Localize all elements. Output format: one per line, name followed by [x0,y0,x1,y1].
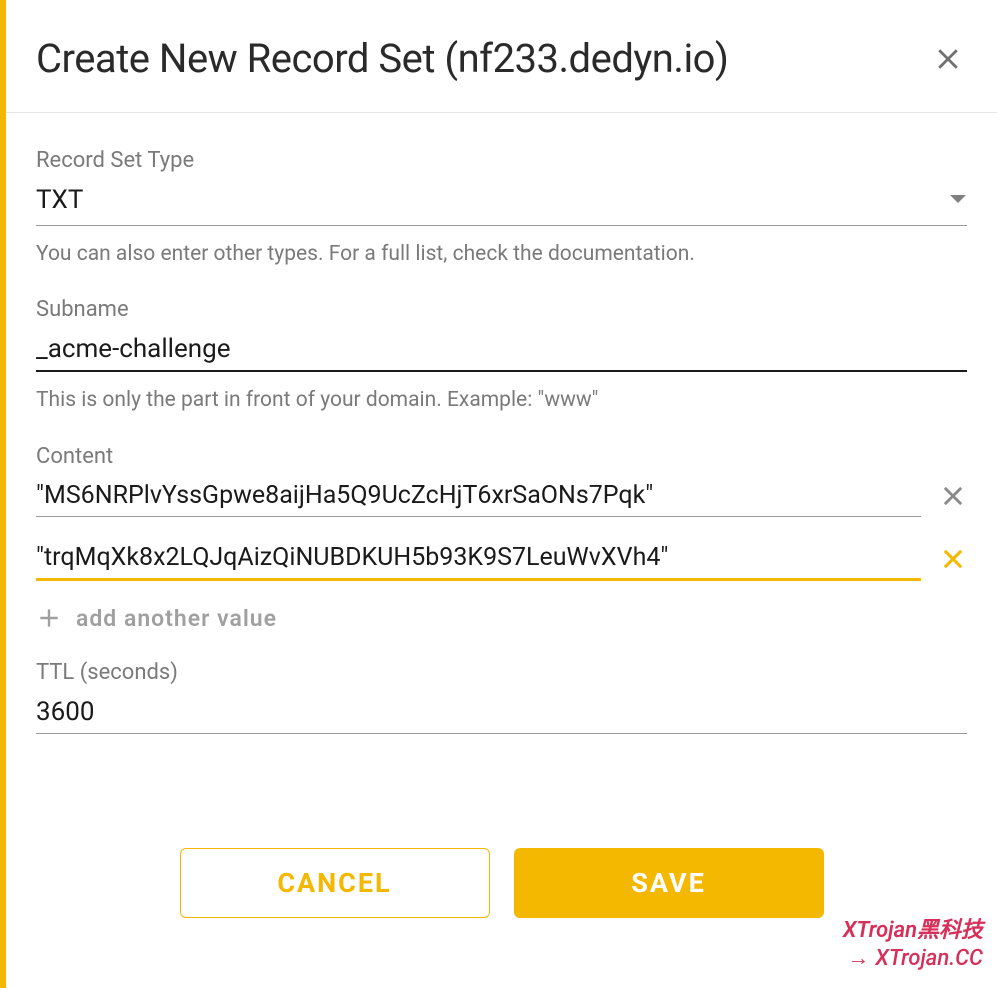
record-type-field: Record Set Type TXT You can also enter o… [36,148,967,269]
cancel-button[interactable]: CANCEL [180,848,490,918]
add-value-button[interactable]: add another value [36,605,967,632]
add-value-label: add another value [76,605,277,632]
save-button[interactable]: SAVE [514,848,824,918]
ttl-label: TTL (seconds) [36,660,967,685]
dialog-actions: CANCEL SAVE [6,848,997,988]
content-label: Content [36,444,967,469]
record-type-hint: You can also enter other types. For a fu… [36,240,967,269]
close-icon [939,545,967,573]
create-record-dialog: Create New Record Set (nf233.dedyn.io) R… [0,0,997,988]
record-type-label: Record Set Type [36,148,967,173]
plus-icon [36,605,62,631]
content-value-row [36,475,967,517]
subname-hint: This is only the part in front of your d… [36,386,967,415]
subname-input[interactable] [36,328,967,372]
content-value-row [36,537,967,581]
clear-content-button-1[interactable] [939,545,967,573]
dialog-header: Create New Record Set (nf233.dedyn.io) [6,0,997,113]
ttl-input[interactable] [36,691,967,734]
ttl-field: TTL (seconds) [36,660,967,734]
dialog-body: Record Set Type TXT You can also enter o… [6,113,997,848]
close-icon [933,44,963,74]
subname-label: Subname [36,297,967,322]
content-input-0[interactable] [36,475,921,517]
clear-content-button-0[interactable] [939,482,967,510]
record-type-select[interactable]: TXT [36,179,967,226]
record-type-value: TXT [36,185,83,215]
chevron-down-icon [949,191,967,210]
close-button[interactable] [929,40,967,78]
content-input-1[interactable] [36,537,921,581]
left-accent-bar [0,0,6,988]
subname-field: Subname This is only the part in front o… [36,297,967,415]
dialog-title: Create New Record Set (nf233.dedyn.io) [36,35,728,82]
close-icon [939,482,967,510]
content-field: Content [36,444,967,632]
